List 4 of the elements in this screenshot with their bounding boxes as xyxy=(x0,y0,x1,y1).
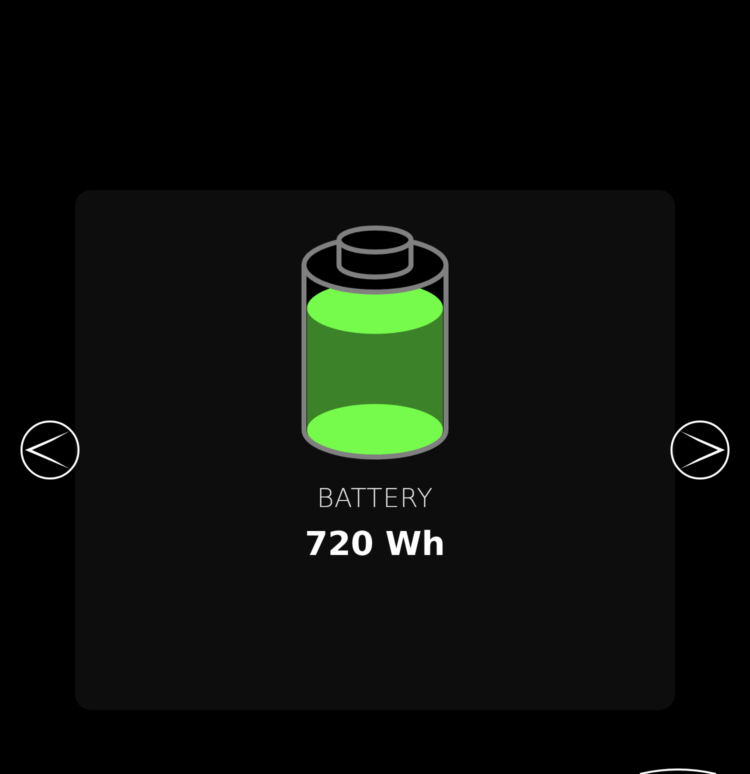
battery-label: BATTERY xyxy=(316,484,434,514)
next-button[interactable] xyxy=(670,420,730,480)
battery-capacity: 720 Wh xyxy=(304,524,446,563)
previous-button[interactable] xyxy=(20,420,80,480)
